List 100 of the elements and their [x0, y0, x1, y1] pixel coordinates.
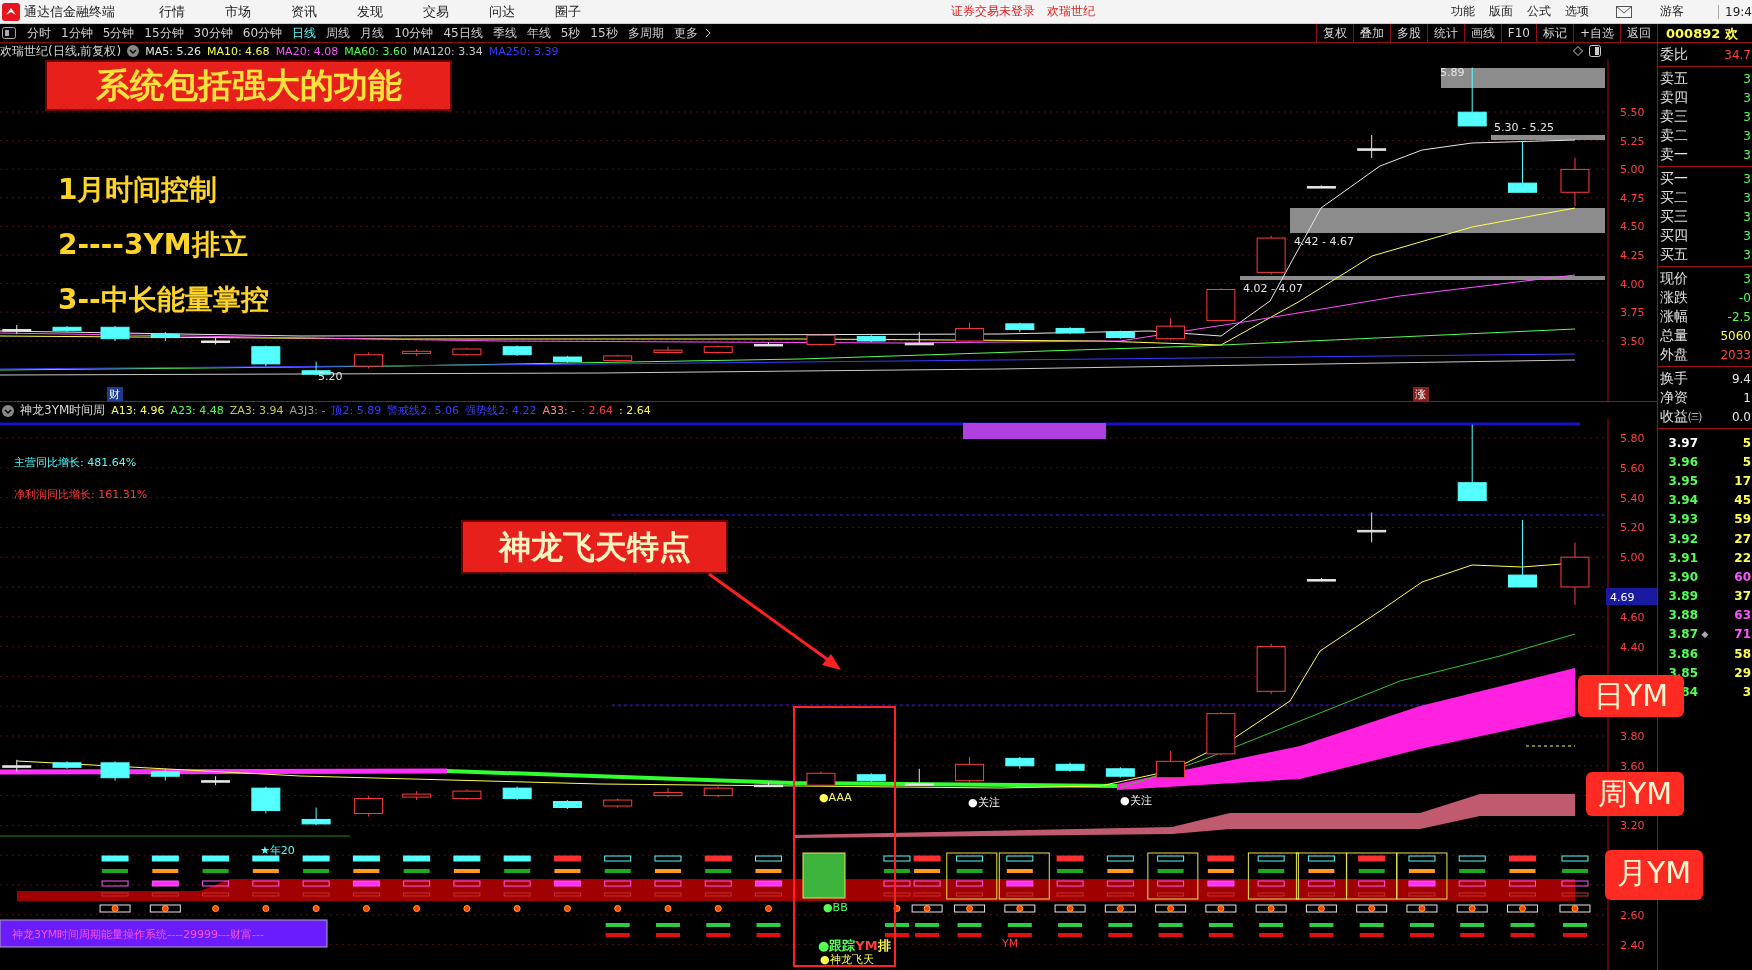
dropdown-icon[interactable]: [2, 404, 14, 417]
price-level: 3.97: [1667, 435, 1698, 450]
headline-callout: 系统包括强大的功能: [45, 60, 452, 111]
axis-label: 5.60: [1620, 461, 1645, 475]
signal-label: ●跟踪YM排: [818, 938, 891, 953]
period-tab[interactable]: 1分钟: [56, 24, 98, 42]
candlestick: [201, 337, 231, 345]
candlestick: [100, 760, 130, 782]
axis-label: 5.25: [1620, 134, 1645, 148]
candlestick: [1507, 140, 1537, 193]
menu-item[interactable]: 版面: [1484, 3, 1519, 20]
menu-item[interactable]: 圈子: [537, 2, 599, 21]
quote-value: 9.4: [1731, 371, 1751, 386]
quote-value: 3: [1743, 271, 1751, 286]
quote-value: 3: [1743, 147, 1751, 162]
candlestick: [1560, 157, 1590, 207]
toolbar-button[interactable]: +自选: [1572, 23, 1620, 43]
toolbar-button[interactable]: 标记: [1535, 23, 1573, 43]
toolbar-button[interactable]: 统计: [1426, 23, 1464, 43]
menu-item[interactable]: 发现: [339, 2, 401, 21]
candlestick: [1357, 134, 1387, 159]
user-name[interactable]: 游客: [1660, 3, 1685, 20]
menu-item[interactable]: 市场: [207, 2, 269, 21]
menu-item[interactable]: 选项: [1560, 3, 1595, 20]
toolbar-button[interactable]: 复权: [1315, 23, 1353, 43]
candlestick: [52, 760, 82, 770]
dropdown-icon[interactable]: [127, 45, 140, 57]
candlestick: [201, 775, 231, 786]
period-tab[interactable]: 5秒: [555, 24, 586, 42]
menu-item[interactable]: 公式: [1522, 3, 1557, 20]
period-tab[interactable]: 多周期: [622, 24, 669, 42]
axis-label: 2.40: [1620, 938, 1645, 952]
menu-item[interactable]: 资讯: [273, 2, 335, 21]
quote-value: 3: [1743, 128, 1751, 143]
candlestick: [1306, 577, 1336, 582]
indicator-value: 顶2: 5.89: [331, 403, 382, 418]
zone-label: 5.89: [1440, 66, 1465, 79]
axis-label: 3.75: [1620, 306, 1645, 320]
period-tab[interactable]: 周线: [321, 24, 356, 42]
period-tab[interactable]: 季线: [487, 24, 522, 42]
toolbar-button[interactable]: 画线: [1463, 23, 1501, 43]
candlestick: [2, 324, 32, 335]
price-level: 3.90: [1667, 569, 1698, 584]
quote-value: 3: [1743, 228, 1751, 243]
axis-label: 4.40: [1620, 640, 1645, 654]
period-tab[interactable]: 5分钟: [97, 24, 140, 42]
indicator-value: : 2.64: [619, 404, 651, 417]
chevron-right-icon[interactable]: [704, 28, 711, 38]
toolbar-button[interactable]: 多股: [1389, 23, 1427, 43]
panel-toggle-icon[interactable]: [1589, 45, 1601, 57]
candlestick: [354, 351, 384, 369]
period-tab[interactable]: 30分钟: [188, 24, 238, 42]
quote-value: 0.0: [1731, 409, 1751, 424]
menu-item[interactable]: 功能: [1446, 3, 1481, 20]
axis-label: 4.00: [1620, 277, 1645, 291]
menu-item[interactable]: 行情: [141, 2, 203, 21]
feature-text: 3--中长能量掌控: [58, 283, 269, 317]
candlestick: [502, 345, 532, 357]
candlestick: [603, 798, 633, 808]
period-tab[interactable]: 45日线: [438, 24, 488, 42]
candlestick: [251, 345, 281, 367]
quote-label: 换手: [1660, 369, 1688, 388]
candlestick: [653, 787, 683, 798]
axis-label: 4.60: [1620, 610, 1645, 624]
candlestick: [251, 786, 281, 814]
menu-item[interactable]: 问达: [471, 2, 533, 21]
candlestick: [955, 756, 985, 783]
mail-icon[interactable]: [1616, 5, 1633, 18]
period-tab[interactable]: 60分钟: [237, 24, 288, 42]
period-tab[interactable]: 分时: [22, 24, 56, 42]
quote-label: 收益㈢: [1660, 407, 1702, 426]
quote-label: 总量: [1660, 326, 1688, 345]
period-tab[interactable]: 更多: [668, 24, 703, 42]
toolbar-button[interactable]: 返回: [1620, 23, 1657, 43]
price-level: 3.94: [1667, 493, 1698, 508]
period-tab[interactable]: 日线: [287, 24, 322, 42]
signal-marker: [553, 855, 581, 912]
period-tab[interactable]: 年线: [521, 24, 556, 42]
diamond-icon[interactable]: [1573, 46, 1583, 56]
toolbar-button[interactable]: 叠加: [1352, 23, 1390, 43]
candlestick: [1507, 519, 1537, 588]
period-tab[interactable]: 15分钟: [139, 24, 189, 42]
menu-item[interactable]: 交易: [405, 2, 467, 21]
ma-value: MA5: 5.26: [145, 44, 201, 58]
clock-time: 19:4: [1718, 4, 1752, 19]
price-level: 3.95: [1667, 473, 1698, 488]
quote-value: 3: [1743, 109, 1751, 124]
badge: 财: [107, 387, 123, 401]
marker-frame: [1295, 852, 1347, 900]
period-tab[interactable]: 月线: [355, 24, 390, 42]
signal-label: ●神龙飞天: [820, 953, 874, 966]
axis-label: 4.25: [1620, 249, 1645, 262]
volume: 59: [1733, 512, 1752, 527]
candlestick: [1055, 762, 1085, 773]
toolbar-button[interactable]: F10: [1500, 23, 1536, 43]
sidebar-toggle-icon[interactable]: [2, 27, 16, 39]
signal-marker: [453, 855, 481, 912]
candlestick: [754, 341, 783, 347]
period-tab[interactable]: 10分钟: [389, 24, 439, 42]
period-tab[interactable]: 15秒: [585, 24, 623, 42]
